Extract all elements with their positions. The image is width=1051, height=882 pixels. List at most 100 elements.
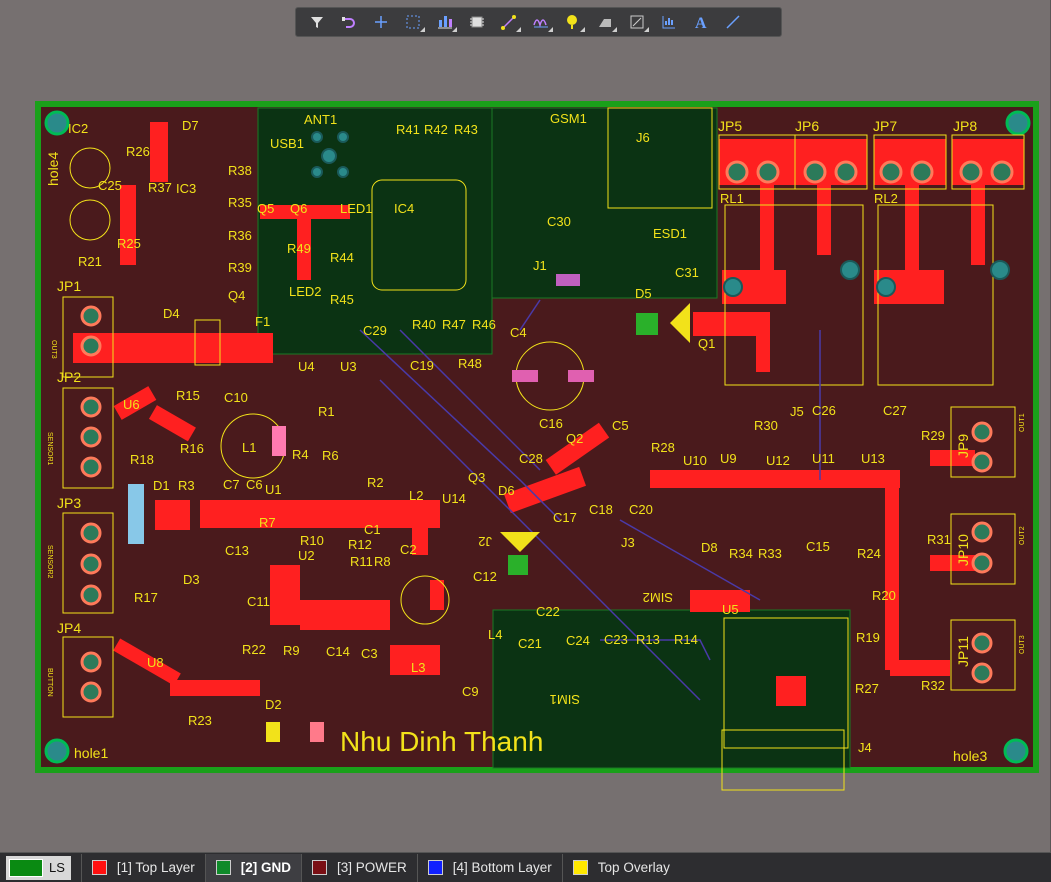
designator-r44[interactable]: R44: [330, 250, 354, 265]
designator-d4[interactable]: D4: [163, 306, 180, 321]
designator-c25[interactable]: C25: [98, 178, 122, 193]
designator-c23[interactable]: C23: [604, 632, 628, 647]
designator-u11[interactable]: U11: [812, 451, 835, 466]
designator-c11[interactable]: C11: [247, 594, 270, 609]
line-button[interactable]: [718, 9, 748, 35]
designator-r25[interactable]: R25: [117, 236, 141, 251]
pcb-board[interactable]: Nhu Dinh Thanh hole1 hole3 hole4 JP1 JP2…: [0, 0, 1051, 852]
add-button[interactable]: [366, 9, 396, 35]
designator-f1[interactable]: F1: [255, 314, 270, 329]
designator-c22[interactable]: C22: [536, 604, 560, 619]
tab-bottom-layer[interactable]: [4] Bottom Layer: [416, 853, 562, 882]
designator-r46[interactable]: R46: [472, 317, 496, 332]
designator-c17[interactable]: C17: [553, 510, 577, 525]
designator-ant1[interactable]: ANT1: [304, 112, 337, 127]
designator-r33[interactable]: R33: [758, 546, 782, 561]
designator-r37[interactable]: R37: [148, 180, 172, 195]
designator-c26[interactable]: C26: [812, 403, 836, 418]
designator-r40[interactable]: R40: [412, 317, 436, 332]
align-button[interactable]: [430, 9, 460, 35]
designator-r10[interactable]: R10: [300, 533, 324, 548]
select-rect-button[interactable]: [398, 9, 428, 35]
designator-r17[interactable]: R17: [134, 590, 158, 605]
designator-c1[interactable]: C1: [364, 522, 381, 537]
designator-c27[interactable]: C27: [883, 403, 907, 418]
designator-q1[interactable]: Q1: [698, 336, 715, 351]
designator-r21[interactable]: R21: [78, 254, 102, 269]
designator-u14[interactable]: U14: [442, 491, 466, 506]
designator-r27[interactable]: R27: [855, 681, 879, 696]
layer-set-button[interactable]: LS: [6, 855, 71, 880]
designator-d1[interactable]: D1: [153, 478, 170, 493]
tab-top-overlay[interactable]: Top Overlay: [561, 853, 680, 882]
designator-q6[interactable]: Q6: [290, 201, 307, 216]
designator-c6[interactable]: C6: [246, 477, 263, 492]
designator-led1[interactable]: LED1: [340, 201, 373, 216]
designator-j5[interactable]: J5: [790, 404, 804, 419]
designator-r13[interactable]: R13: [636, 632, 660, 647]
designator-d8[interactable]: D8: [701, 540, 718, 555]
designator-usb1[interactable]: USB1: [270, 136, 304, 151]
designator-rl1[interactable]: RL1: [720, 191, 744, 206]
filter-button[interactable]: [302, 9, 332, 35]
designator-u8[interactable]: U8: [147, 655, 164, 670]
designator-r20[interactable]: R20: [872, 588, 896, 603]
designator-c24[interactable]: C24: [566, 633, 590, 648]
designator-r43[interactable]: R43: [454, 122, 478, 137]
designator-j1[interactable]: J1: [533, 258, 547, 273]
designator-l3[interactable]: L3: [411, 660, 425, 675]
designator-c7[interactable]: C7: [223, 477, 240, 492]
designator-r4[interactable]: R4: [292, 447, 309, 462]
designator-r7[interactable]: R7: [259, 515, 276, 530]
designator-r39[interactable]: R39: [228, 260, 252, 275]
designator-c19[interactable]: C19: [410, 358, 434, 373]
designator-r11[interactable]: R11: [350, 554, 373, 569]
designator-c31[interactable]: C31: [675, 265, 699, 280]
designator-r14[interactable]: R14: [674, 632, 698, 647]
designator-j4[interactable]: J4: [858, 740, 872, 755]
designator-u13[interactable]: U13: [861, 451, 885, 466]
designator-u12[interactable]: U12: [766, 453, 790, 468]
designator-l4[interactable]: L4: [488, 627, 502, 642]
tab-top-layer[interactable]: [1] Top Layer: [80, 853, 205, 882]
designator-r19[interactable]: R19: [856, 630, 880, 645]
designator-r36[interactable]: R36: [228, 228, 252, 243]
text-button[interactable]: A: [686, 9, 716, 35]
designator-r15[interactable]: R15: [176, 388, 200, 403]
designator-c20[interactable]: C20: [629, 502, 653, 517]
place-pad-button[interactable]: [558, 9, 588, 35]
designator-r31[interactable]: R31: [927, 532, 951, 547]
designator-c29[interactable]: C29: [363, 323, 387, 338]
designator-r23[interactable]: R23: [188, 713, 212, 728]
designator-r32[interactable]: R32: [921, 678, 945, 693]
designator-r41[interactable]: R41: [396, 122, 420, 137]
component-button[interactable]: [462, 9, 492, 35]
designator-c15[interactable]: C15: [806, 539, 830, 554]
designator-u4[interactable]: U4: [298, 359, 315, 374]
designator-sim2[interactable]: SIM2: [643, 590, 673, 605]
designator-c28[interactable]: C28: [519, 451, 543, 466]
designator-u1[interactable]: U1: [265, 482, 282, 497]
designator-u5[interactable]: U5: [722, 602, 739, 617]
designator-r26[interactable]: R26: [126, 144, 150, 159]
designator-r9[interactable]: R9: [283, 643, 300, 658]
designator-d7[interactable]: D7: [182, 118, 199, 133]
designator-c18[interactable]: C18: [589, 502, 613, 517]
designator-r1[interactable]: R1: [318, 404, 335, 419]
designator-u9[interactable]: U9: [720, 451, 737, 466]
designator-c5[interactable]: C5: [612, 418, 629, 433]
designator-c30[interactable]: C30: [547, 214, 571, 229]
designator-r18[interactable]: R18: [130, 452, 154, 467]
designator-gsm1[interactable]: GSM1: [550, 111, 587, 126]
chart-button[interactable]: [654, 9, 684, 35]
designator-r24[interactable]: R24: [857, 546, 881, 561]
designator-q5[interactable]: Q5: [257, 201, 274, 216]
designator-q4[interactable]: Q4: [228, 288, 245, 303]
designator-r42[interactable]: R42: [424, 122, 448, 137]
designator-l1[interactable]: L1: [242, 440, 256, 455]
designator-r45[interactable]: R45: [330, 292, 354, 307]
designator-esd1[interactable]: ESD1: [653, 226, 687, 241]
polygon-button[interactable]: [590, 9, 620, 35]
designator-c10[interactable]: C10: [224, 390, 248, 405]
designator-u2[interactable]: U2: [298, 548, 315, 563]
